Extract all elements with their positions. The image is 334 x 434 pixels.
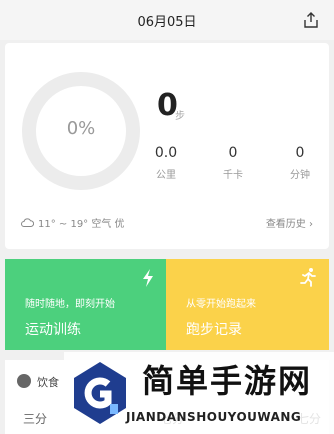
- stat-duration: 0 分钟: [270, 145, 330, 181]
- stat-distance-label: 公里: [156, 170, 176, 181]
- running-card[interactable]: 从零开始跑起来 跑步记录: [166, 259, 329, 350]
- cloud-icon: [21, 218, 34, 227]
- top-bar: 06月05日: [0, 0, 334, 40]
- progress-percent: 0%: [66, 118, 96, 139]
- running-title: 跑步记录: [186, 322, 242, 338]
- diet-title: 饮食: [37, 376, 59, 389]
- share-icon[interactable]: [302, 11, 320, 29]
- training-subtitle: 随时随地，即刻开始: [25, 299, 115, 310]
- watermark-subtitle: JIANDANSHOUYOUWANG: [126, 410, 302, 424]
- training-card[interactable]: 随时随地，即刻开始 运动训练: [5, 259, 169, 350]
- steps-unit: 步: [175, 111, 185, 122]
- meal-item: 三分: [23, 412, 48, 426]
- date-title[interactable]: 06月05日: [0, 11, 334, 30]
- watermark-title: 简单手游网: [142, 362, 313, 400]
- site-watermark: 简单手游网 JIANDANSHOUYOUWANG: [64, 352, 334, 434]
- weather-info: 11° ~ 19° 空气 优: [21, 215, 125, 230]
- watermark-logo: [74, 362, 126, 424]
- running-subtitle: 从零开始跑起来: [186, 299, 256, 310]
- fork-icon: [17, 374, 31, 388]
- lightning-icon: [143, 269, 153, 287]
- stat-calories: 0 千卡: [203, 145, 263, 181]
- runner-icon: [300, 268, 316, 287]
- history-link[interactable]: 查看历史 ›: [266, 215, 313, 230]
- training-title: 运动训练: [25, 322, 81, 338]
- weather-text: 11° ~ 19° 空气 优: [38, 219, 125, 230]
- stat-calories-value: 0: [228, 145, 238, 161]
- stat-distance: 0.0 公里: [136, 145, 196, 181]
- steps-card[interactable]: 0% 0 步 0.0 公里 0 千卡 0 分钟 11° ~ 19° 空气 优 查…: [5, 43, 329, 249]
- stat-duration-value: 0: [295, 145, 305, 161]
- stat-duration-label: 分钟: [290, 170, 310, 181]
- stat-calories-label: 千卡: [223, 170, 243, 181]
- stat-distance-value: 0.0: [154, 145, 178, 161]
